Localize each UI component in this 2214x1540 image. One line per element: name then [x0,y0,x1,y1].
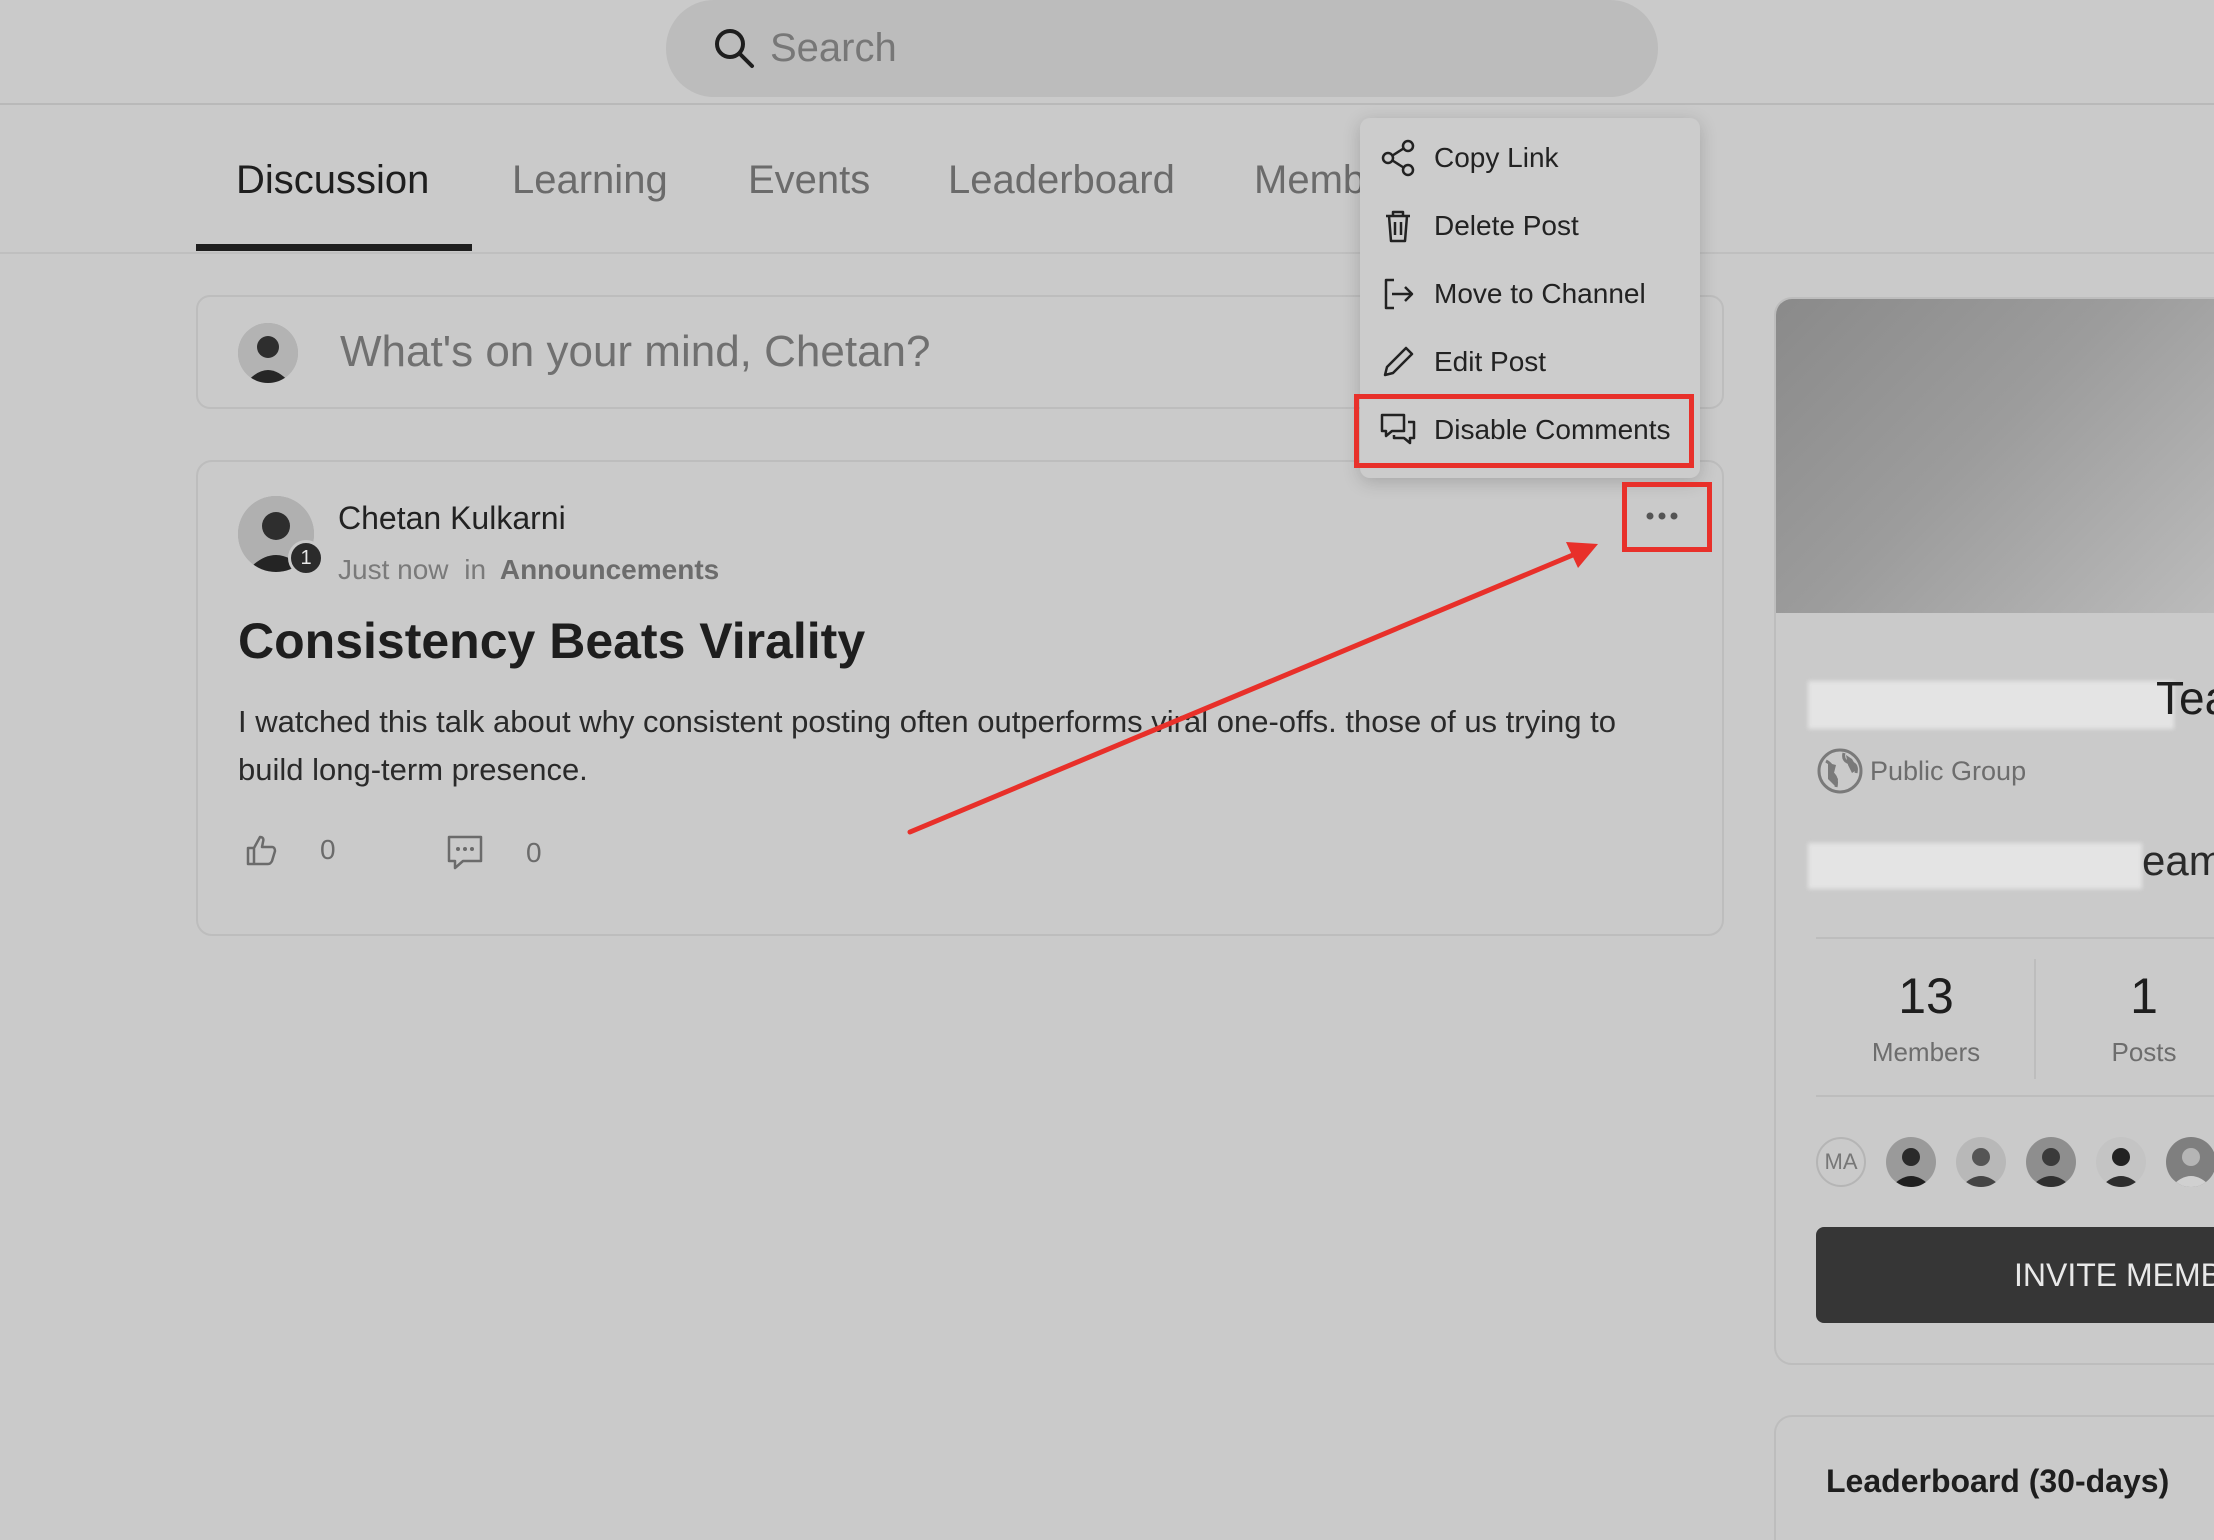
menu-item-move-to-channel[interactable]: Move to Channel [1360,260,1700,328]
avatar[interactable] [2026,1137,2076,1187]
post-channel[interactable]: Announcements [500,554,719,585]
privacy-label: Public Group [1870,755,2027,786]
menu-item-edit-post[interactable]: Edit Post [1360,328,1700,396]
globe-icon [1817,748,1863,794]
menu-label: Delete Post [1434,210,1579,241]
pencil-icon [1383,346,1414,377]
move-icon [1384,278,1414,310]
comment-count: 0 [526,837,542,868]
redacted-group-name [1808,681,2174,729]
comment-button[interactable]: 0 [444,832,542,874]
avatar [238,323,298,383]
invite-members-button[interactable]: INVITE MEMB [1816,1227,2214,1323]
search-input[interactable] [770,0,1610,97]
avatar[interactable] [1886,1137,1936,1187]
post-meta: Just now in Announcements [338,554,719,586]
user-avatar-icon [2096,1137,2146,1187]
tab-bar: Discussion Learning Events Leaderboard M… [0,107,2214,254]
like-count: 0 [320,834,336,865]
posts-count: 1 [2130,968,2158,1024]
share-icon [1381,139,1415,177]
active-tab-indicator [196,244,472,251]
trash-icon [1386,210,1410,243]
comment-icon [447,835,483,870]
user-avatar-icon [2026,1137,2076,1187]
page: Discussion Learning Events Leaderboard M… [0,0,2214,1540]
user-avatar-icon [2166,1137,2214,1187]
post-title: Consistency Beats Virality [238,613,866,669]
in-label: in [464,554,487,585]
members-count: 13 [1898,968,1954,1024]
highlight-more-button [1622,482,1712,552]
user-avatar-icon [1886,1137,1936,1187]
group-stats: 13 Members 1 Posts [1816,937,2214,1097]
top-bar [0,0,2214,105]
group-info-card: Tea Public Group eam 13 Members 1 Posts … [1774,297,2214,1365]
avatar[interactable] [1956,1137,2006,1187]
highlight-disable-comments [1354,394,1694,468]
tab-learning[interactable]: Learning [512,107,668,254]
redacted-group-subname [1808,843,2142,889]
avatar[interactable] [2096,1137,2146,1187]
menu-label: Move to Channel [1434,278,1646,309]
author-name[interactable]: Chetan Kulkarni [338,500,566,537]
tab-discussion[interactable]: Discussion [236,107,429,254]
search-bar[interactable] [666,0,1658,97]
menu-item-delete-post[interactable]: Delete Post [1360,192,1700,260]
post-time: Just now [338,554,449,585]
tab-events[interactable]: Events [748,107,870,254]
group-name: Tea [2156,672,2214,724]
leaderboard-title: Leaderboard (30-days) [1826,1463,2170,1499]
menu-item-copy-link[interactable]: Copy Link [1360,124,1700,192]
tab-members[interactable]: Memb [1254,107,1365,254]
members-label: Members [1871,1037,1981,1067]
post-card: 1 Chetan Kulkarni Just now in Announceme… [196,460,1724,936]
search-icon [715,29,754,68]
menu-label: Copy Link [1434,142,1559,173]
thumbs-up-icon [246,835,277,866]
group-cover-image [1776,299,2214,613]
user-avatar-icon [238,323,298,383]
avatar[interactable] [2166,1137,2214,1187]
like-button[interactable]: 0 [244,832,336,868]
leaderboard-card: Leaderboard (30-days) [1774,1415,2214,1540]
user-avatar-icon [1956,1137,2006,1187]
post-body: I watched this talk about why consistent… [238,704,1616,787]
tab-leaderboard[interactable]: Leaderboard [948,107,1175,254]
group-subname: eam [2142,837,2214,884]
composer-prompt[interactable]: What's on your mind, Chetan? [340,297,930,407]
avatar[interactable]: MA [1816,1137,1866,1187]
posts-label: Posts [2111,1037,2177,1067]
level-badge: 1 [288,540,324,576]
group-privacy: Public Group [1816,747,2026,795]
menu-label: Edit Post [1434,346,1547,377]
